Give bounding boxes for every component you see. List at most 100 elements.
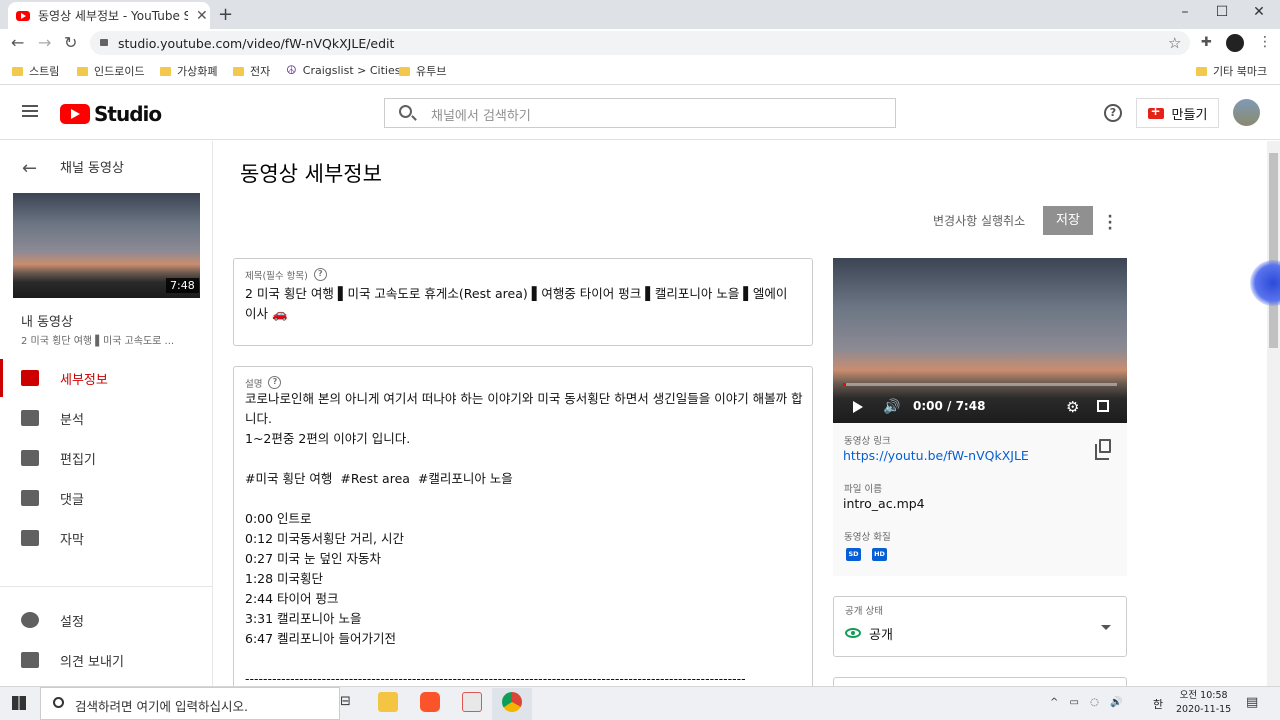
editor-icon [21,450,39,466]
description-input[interactable]: 코로나로인해 본의 아니게 여기서 떠나야 하는 이야기와 미국 동서횡단 하면… [245,389,805,689]
bookmark-star-icon[interactable]: ☆ [1168,34,1181,52]
undo-changes-button[interactable]: 변경사항 실행취소 [933,212,1025,229]
bookmark-folder[interactable]: 전자 [233,63,270,79]
page-scrollbar[interactable] [1267,141,1280,686]
sidebar-item-feedback[interactable]: 의견 보내기 [0,641,212,679]
sidebar-item-comments[interactable]: 댓글 [0,479,212,517]
help-icon[interactable]: ? [313,268,327,281]
system-tray-icons[interactable]: ^ ▭ ◌ 🔊 [1050,697,1127,708]
file-explorer-icon[interactable] [378,692,398,712]
title-field[interactable]: 제목(필수 항목)? 2 미국 횡단 여행 ▌미국 고속도로 휴게소(Rest … [233,258,813,346]
sidebar-item-settings[interactable]: 설정 [0,601,212,639]
bookmark-folder[interactable]: 가상화폐 [160,63,217,79]
maximize-icon[interactable]: ☐ [1207,4,1237,20]
notifications-icon[interactable]: ▤ [1246,695,1258,710]
channel-search-input[interactable]: 채널에서 검색하기 [384,98,896,128]
active-indicator [0,359,3,397]
channel-videos-link[interactable]: 채널 동영상 [60,157,124,176]
bookmark-link[interactable]: ☮ Craigslist > Cities [286,63,400,77]
video-link[interactable]: https://youtu.be/fW-nVQkXJLE [843,448,1029,463]
minimize-icon[interactable]: – [1170,4,1200,20]
account-avatar[interactable] [1233,99,1260,126]
progress-bar[interactable] [843,383,1117,386]
tab-title: 동영상 세부정보 - YouTube Stu [38,9,188,23]
title-label: 제목(필수 항목) [245,271,308,282]
windows-start-icon[interactable] [12,696,26,710]
video-player[interactable]: 🔊 0:00 / 7:48 ⚙ [833,258,1127,423]
subtitles-icon [21,530,39,546]
back-arrow-icon[interactable]: ← [22,158,37,179]
comments-icon [21,490,39,506]
taskbar-search-input[interactable]: 검색하려면 여기에 입력하십시오. [40,687,340,720]
profile-avatar[interactable] [1226,34,1244,52]
fullscreen-icon[interactable] [1097,400,1109,412]
visibility-select[interactable]: 공개 상태 공개 [833,596,1127,657]
sidebar-item-details[interactable]: 세부정보 [0,359,212,397]
search-placeholder: 채널에서 검색하기 [431,109,531,124]
description-field[interactable]: 설명? 코로나로인해 본의 아니게 여기서 떠나야 하는 이야기와 미국 동서횡… [233,366,813,696]
my-video-heading: 내 동영상 [21,315,73,330]
youtube-favicon-icon [16,10,30,21]
sd-badge: SD [846,548,861,561]
gear-icon[interactable]: ⚙ [1066,398,1079,416]
dropdown-caret-icon [1101,625,1111,630]
progress-fill [843,383,846,386]
hd-badge: HD [872,548,887,561]
peace-icon: ☮ [286,63,297,77]
feedback-icon [21,652,39,668]
clock[interactable]: 오전 10:58 2020-11-15 [1176,689,1231,717]
brave-browser-icon[interactable] [420,692,440,712]
title-label-row: 제목(필수 항목)? [245,264,327,283]
search-icon [399,105,412,118]
back-arrow-icon[interactable]: ← [11,33,24,52]
bookmark-folder[interactable]: 유투브 [399,63,446,79]
eye-icon [845,628,861,638]
save-button[interactable]: 저장 [1043,206,1093,235]
scrollbar-thumb[interactable] [1269,153,1278,348]
time-display: 0:00 / 7:48 [913,399,986,413]
volume-icon[interactable]: 🔊 [883,399,900,415]
hamburger-menu-icon[interactable] [22,105,38,117]
folder-icon [233,66,244,76]
sidebar-item-subtitles[interactable]: 자막 [0,519,212,557]
menu-kebab-icon[interactable]: ⋮ [1258,34,1272,50]
bookmarks-bar: 스트림 인드로이드 가상화폐 전자 ☮ Craigslist > Cities 유… [0,57,1280,85]
sidebar-divider [0,586,212,587]
clock-time: 오전 10:58 [1179,690,1228,701]
more-options-icon[interactable]: · · · [1103,210,1117,236]
close-window-icon[interactable]: ✕ [1244,4,1274,20]
visibility-label: 공개 상태 [845,606,883,617]
pencil-icon [21,370,39,386]
bookmark-folder[interactable]: 인드로이드 [77,63,145,79]
title-input[interactable]: 2 미국 횡단 여행 ▌미국 고속도로 휴게소(Rest area) ▌여행중 … [245,284,801,324]
extensions-icon[interactable]: ✚ [1201,35,1212,50]
other-bookmarks[interactable]: 기타 북마크 [1196,63,1267,79]
copy-icon[interactable] [1095,439,1111,460]
ime-indicator[interactable]: 한 [1153,696,1163,712]
task-view-icon[interactable]: ⊟ [340,694,351,709]
video-link-label: 동영상 링크 [844,436,891,447]
chrome-icon[interactable] [502,692,522,712]
sidebar-item-analytics[interactable]: 분석 [0,399,212,437]
reload-icon[interactable]: ↻ [64,33,77,52]
help-icon[interactable]: ? [268,376,282,389]
bookmark-folder[interactable]: 스트림 [12,63,59,79]
folder-icon [399,66,410,76]
play-icon[interactable] [853,401,863,413]
url-text[interactable]: studio.youtube.com/video/fW-nVQkXJLE/edi… [118,36,394,51]
paint-app-icon[interactable] [462,692,482,712]
browser-tab-strip: 동영상 세부정보 - YouTube Stu ✕ + – ☐ ✕ [0,0,1280,29]
sidebar-item-editor[interactable]: 편집기 [0,439,212,477]
studio-logo[interactable]: Studio [60,102,162,126]
folder-icon [1196,66,1207,76]
clock-date: 2020-11-15 [1176,704,1232,715]
quality-label: 동영상 화질 [844,532,891,543]
browser-tab[interactable]: 동영상 세부정보 - YouTube Stu ✕ [8,2,210,29]
close-tab-icon[interactable]: ✕ [196,8,208,24]
video-subtitle: 2 미국 횡단 여행 ▌미국 고속도로 ... [21,336,175,347]
help-icon[interactable]: ? [1104,104,1122,122]
create-button[interactable]: 만들기 [1136,98,1219,128]
folder-icon [160,66,171,76]
new-tab-icon[interactable]: + [218,4,233,25]
forward-arrow-icon[interactable]: → [38,33,51,52]
